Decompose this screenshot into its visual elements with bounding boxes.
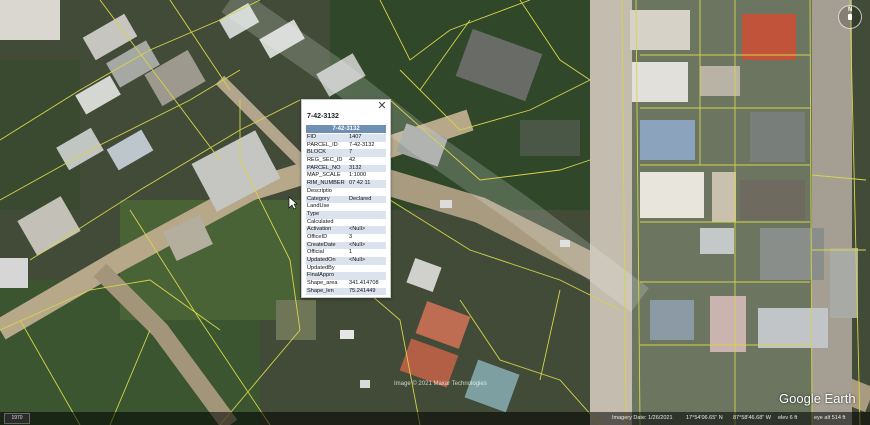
attribute-key: CreateDate <box>307 241 336 248</box>
historical-imagery-button[interactable]: 1970 <box>4 413 30 424</box>
attribute-key: UpdatedOn <box>307 257 336 263</box>
attribute-value: 1 <box>349 249 353 256</box>
attribute-row: FID 1407 <box>306 134 386 142</box>
attribute-value: 1:1000 <box>349 172 367 179</box>
attribute-row: UpdatedOn <Null> <box>306 257 386 265</box>
attribute-value: Declared <box>349 195 372 202</box>
attribute-key: RIM_NUMBER <box>307 180 345 187</box>
attribute-key: FID <box>307 134 317 140</box>
attribute-value: <Null> <box>349 241 366 248</box>
attribute-key: Calculated <box>307 218 334 225</box>
compass-icon <box>848 14 852 20</box>
attribute-key: Activation <box>307 226 332 233</box>
attribute-key: PARCEL_NO <box>307 164 341 171</box>
close-icon[interactable]: ✕ <box>377 100 387 112</box>
attribute-value: <Null> <box>349 226 366 233</box>
attribute-key: PARCEL_ID <box>307 141 338 148</box>
status-bar: Imagery Date: 1/26/2021 17°54'06.65" N 8… <box>0 412 870 425</box>
attribute-value: 42 <box>349 157 356 164</box>
attribute-row: Category Declared <box>306 195 386 204</box>
attribute-key: LandUse <box>307 203 330 210</box>
north-label: N <box>848 7 853 13</box>
attribute-value: 7-42-3132 <box>349 141 375 148</box>
parcel-info-popup: ✕ 7-42-3132 7-42-3132 FID 1407 PARCEL_ID 7-… <box>301 99 391 298</box>
popup-title: 7-42-3132 <box>307 113 339 120</box>
attribute-key: Shape_len <box>307 287 334 294</box>
attribute-value <box>349 265 386 273</box>
satellite-map[interactable] <box>0 0 870 425</box>
attribute-value: <Null> <box>349 257 366 263</box>
attribute-row: FinalAppro <box>306 272 386 281</box>
attribute-row: UpdatedBy <box>306 264 386 273</box>
attribute-table-header: 7-42-3132 <box>306 125 386 133</box>
attribute-key: Shape_area <box>307 280 338 287</box>
elevation-readout: elev 6 ft <box>778 415 798 421</box>
attribute-row: Descriptio <box>306 187 386 196</box>
attribute-key: Type <box>307 210 320 217</box>
attribute-row: LandUse <box>306 203 386 211</box>
attribute-key: Descriptio <box>307 187 332 194</box>
attribute-row: OfficeID 3 <box>306 233 386 242</box>
attribute-value <box>349 272 386 280</box>
attribute-row: Type <box>306 210 386 219</box>
attribute-value: 3 <box>349 233 353 240</box>
navigation-compass[interactable]: N <box>838 5 862 29</box>
eye-altitude-readout: eye alt 514 ft <box>814 415 846 421</box>
attribute-row: PARCEL_NO 3132 <box>306 164 386 173</box>
attribute-row: REG_SEC_ID 42 <box>306 157 386 165</box>
attribute-value: 341.414708 <box>349 280 379 287</box>
longitude-readout: 87°58'46.68" W <box>733 415 771 421</box>
attribute-key: UpdatedBy <box>307 264 335 271</box>
attribute-key: FinalAppro <box>307 272 335 279</box>
attribute-value <box>349 211 386 219</box>
attribute-value <box>349 203 386 211</box>
mouse-cursor-icon <box>288 196 298 210</box>
attribute-key: REG_SEC_ID <box>307 157 343 164</box>
attribute-value <box>349 219 386 227</box>
attribute-row: Activation <Null> <box>306 226 386 234</box>
attribute-row: BLOCK 7 <box>306 149 386 158</box>
attribute-value: 07 42 11 <box>349 180 371 187</box>
attribute-value: 1407 <box>349 134 362 140</box>
attribute-key: Official <box>307 249 324 256</box>
attribute-value: 75.241449 <box>349 287 376 294</box>
attribute-row: Shape_len 75.241449 <box>306 287 386 296</box>
imagery-copyright: Image © 2021 Maxar Technologies <box>394 381 487 387</box>
attribute-row: RIM_NUMBER 07 42 11 <box>306 180 386 188</box>
latitude-readout: 17°54'06.65" N <box>686 415 723 421</box>
attribute-key: BLOCK <box>307 149 326 156</box>
attribute-row: Calculated <box>306 218 386 227</box>
attribute-value: 7 <box>349 149 353 156</box>
attribute-value: 3132 <box>349 164 362 171</box>
attribute-value <box>349 188 386 196</box>
attribute-row: PARCEL_ID 7-42-3132 <box>306 141 386 150</box>
attribute-row: Official 1 <box>306 249 386 257</box>
attribute-table: FID 1407 PARCEL_ID 7-42-3132 BLOCK 7 REG_SEC_I… <box>306 134 386 296</box>
attribute-row: MAP_SCALE 1:1000 <box>306 172 386 181</box>
attribute-row: CreateDate <Null> <box>306 241 386 250</box>
attribute-key: Category <box>307 195 330 202</box>
google-earth-logo: Google Earth <box>779 391 856 406</box>
imagery-date: Imagery Date: 1/26/2021 <box>612 415 673 421</box>
attribute-key: MAP_SCALE <box>307 172 341 179</box>
attribute-row: Shape_area 341.414708 <box>306 280 386 288</box>
attribute-key: OfficeID <box>307 233 328 240</box>
